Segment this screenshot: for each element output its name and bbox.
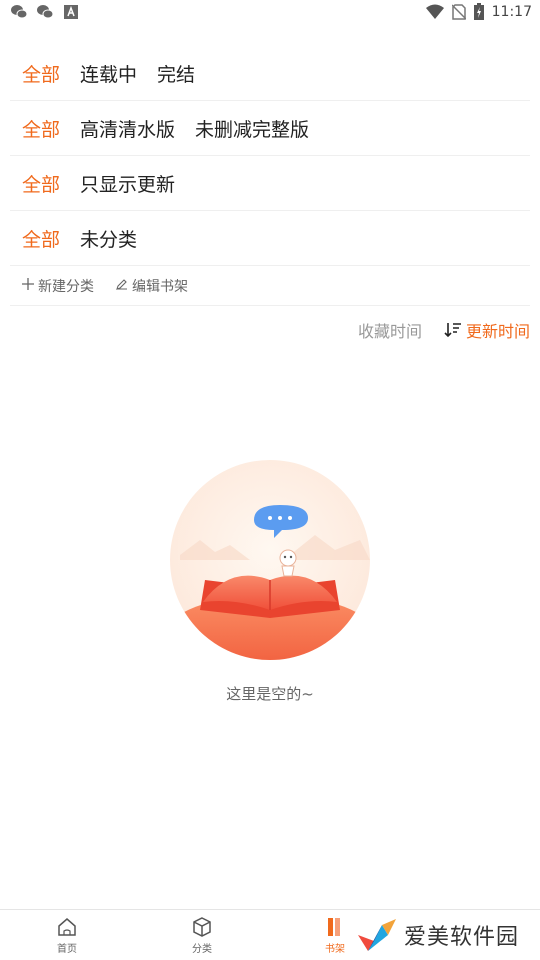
wifi-icon [425, 4, 444, 19]
watermark-logo-icon [358, 919, 396, 951]
no-sim-icon [451, 3, 466, 20]
nav-category-label: 分类 [192, 944, 212, 955]
sort-by-update-time[interactable]: 更新时间 [444, 318, 530, 342]
filter-serializing[interactable]: 连载中 [80, 60, 137, 87]
nav-category[interactable]: 分类 [172, 916, 232, 955]
new-category-label: 新建分类 [38, 278, 94, 295]
sort-options: 收藏时间 更新时间 [358, 318, 530, 342]
wechat-icon [11, 5, 28, 19]
sort-by-favorite-time[interactable]: 收藏时间 [358, 318, 422, 342]
status-bar-right: 11:17 [425, 3, 532, 20]
home-icon [58, 918, 76, 936]
shelf-actions: 新建分类 编辑书架 [10, 266, 530, 306]
filter-uncategorized[interactable]: 未分类 [80, 225, 137, 252]
cube-icon [193, 917, 211, 937]
battery-charging-icon [473, 3, 484, 20]
filter-all-version[interactable]: 全部 [22, 115, 60, 142]
pencil-icon [116, 278, 128, 294]
notification-a-icon [64, 5, 78, 19]
nav-bookshelf-label: 书架 [325, 944, 345, 955]
filter-row-update: 全部 只显示更新 [10, 156, 530, 211]
site-watermark: 爱美软件园 [356, 914, 534, 956]
sort-update-time-label: 更新时间 [465, 322, 530, 341]
watermark-text: 爱美软件园 [404, 925, 520, 950]
filter-row-version: 全部 高清清水版 未删减完整版 [10, 101, 530, 156]
filter-only-updated[interactable]: 只显示更新 [80, 170, 175, 197]
new-category-button[interactable]: 新建分类 [22, 276, 94, 296]
status-bar: 11:17 [0, 0, 540, 26]
filter-completed[interactable]: 完结 [157, 60, 195, 87]
status-time: 11:17 [491, 3, 532, 20]
empty-message: 这里是空的~ [226, 685, 314, 703]
filter-uncut-version[interactable]: 未删减完整版 [195, 115, 309, 142]
filter-hd-clean-version[interactable]: 高清清水版 [80, 115, 175, 142]
nav-home-label: 首页 [57, 944, 77, 955]
filter-all-status[interactable]: 全部 [22, 60, 60, 87]
plus-icon [22, 277, 34, 294]
edit-shelf-label: 编辑书架 [132, 278, 188, 295]
bookshelf-icon [328, 918, 340, 936]
filter-all-update[interactable]: 全部 [22, 170, 60, 197]
filter-row-status: 全部 连载中 完结 [10, 46, 530, 101]
empty-shelf-illustration [170, 460, 370, 660]
wechat-icon [37, 5, 54, 19]
nav-home[interactable]: 首页 [37, 916, 97, 955]
edit-shelf-button[interactable]: 编辑书架 [116, 276, 188, 296]
filter-row-category: 全部 未分类 [10, 211, 530, 266]
status-bar-left [10, 4, 80, 20]
sort-descending-icon [444, 323, 461, 338]
filter-all-category[interactable]: 全部 [22, 225, 60, 252]
